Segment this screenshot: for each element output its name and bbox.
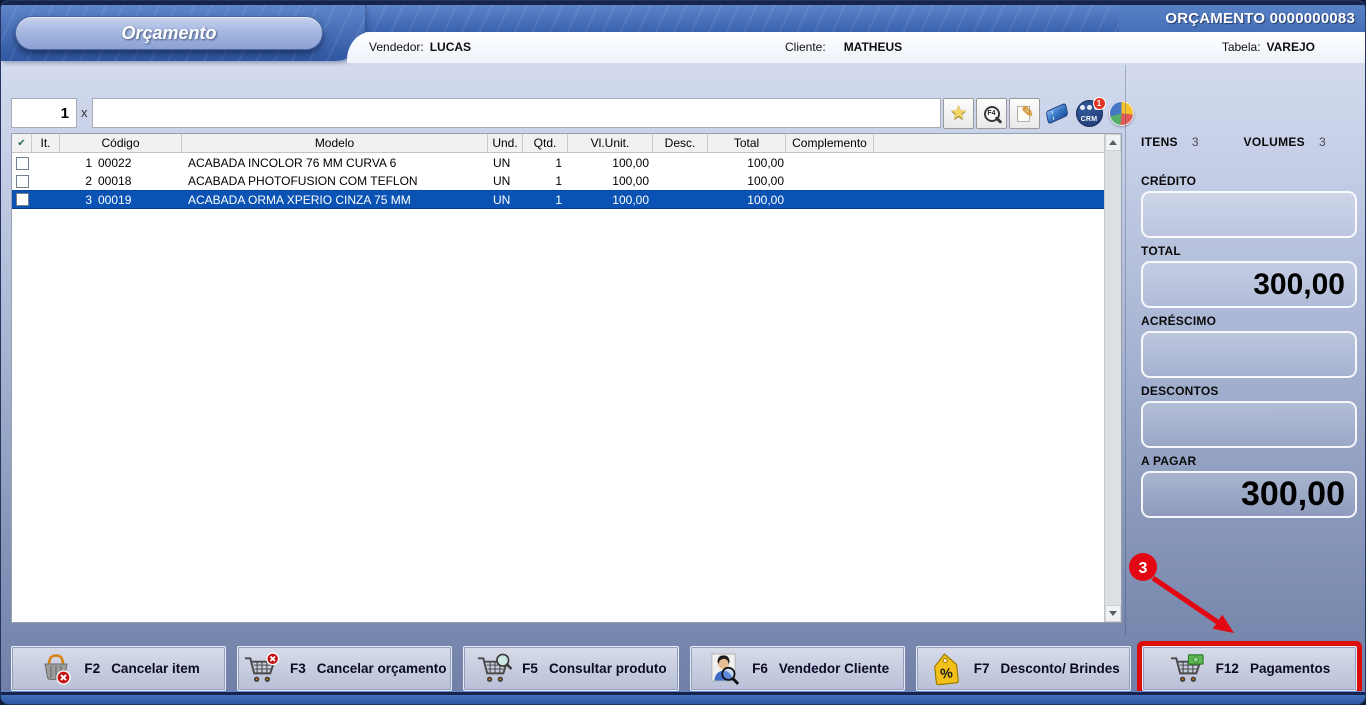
- row-checkbox[interactable]: [16, 175, 29, 188]
- check-column-icon: ✔: [12, 134, 32, 152]
- tab-orcamento-label: Orçamento: [121, 23, 216, 44]
- col-und: Und.: [488, 134, 523, 152]
- acrescimo-group: ACRÉSCIMO: [1141, 314, 1357, 378]
- button-f3-cancelar-orcamento[interactable]: F3 Cancelar orçamento: [237, 646, 452, 691]
- col-qtd: Qtd.: [523, 134, 568, 152]
- table-row[interactable]: 2 00018 ACABADA PHOTOFUSION COM TEFLON U…: [12, 172, 1104, 190]
- volumes-value: 3: [1319, 135, 1326, 149]
- counts-row: ITENS 3 VOLUMES 3: [1141, 133, 1357, 151]
- row-checkbox[interactable]: [16, 193, 29, 206]
- pie-chart-icon[interactable]: [1106, 98, 1136, 129]
- cart-money-icon: [1169, 651, 1207, 687]
- col-vl-unit: Vl.Unit.: [568, 134, 653, 152]
- items-table: ✔ It. Código Modelo Und. Qtd. Vl.Unit. D…: [11, 133, 1122, 623]
- button-f12-pagamentos[interactable]: F12 Pagamentos: [1142, 646, 1357, 691]
- svg-text:%: %: [939, 664, 954, 681]
- step-annotation: 3: [1107, 543, 1277, 653]
- sidebar-divider: [1125, 65, 1126, 636]
- total-group: TOTAL 300,00: [1141, 244, 1357, 308]
- footer-toolbar: F2 Cancelar item F3 Cancelar orçamento: [11, 646, 1357, 691]
- header-info-strip: Vendedor: LUCAS Cliente: MATHEUS Tabela:…: [347, 32, 1365, 63]
- table-row-selected[interactable]: 3 00019 ACABADA ORMA XPERIO CINZA 75 MM …: [12, 190, 1104, 209]
- search-f4-icon[interactable]: F4: [976, 98, 1007, 129]
- table-body: 1 00022 ACABADA INCOLOR 76 MM CURVA 6 UN…: [12, 154, 1104, 622]
- table-scrollbar[interactable]: [1104, 134, 1121, 622]
- button-f5-consultar-produto[interactable]: F5 Consultar produto: [463, 646, 678, 691]
- acrescimo-field: [1141, 331, 1357, 378]
- button-f2-cancelar-item[interactable]: F2 Cancelar item: [11, 646, 226, 691]
- favorite-star-icon[interactable]: ★: [943, 98, 974, 129]
- tab-orcamento[interactable]: Orçamento: [15, 16, 323, 50]
- a-pagar-label: A PAGAR: [1141, 454, 1357, 468]
- cart-search-icon: [475, 651, 513, 687]
- button-f6-vendedor-cliente[interactable]: F6 Vendedor Cliente: [690, 646, 905, 691]
- multiply-label: x: [81, 105, 88, 120]
- step-number: 3: [1139, 560, 1148, 577]
- crm-badge: 1: [1093, 97, 1106, 110]
- itens-label: ITENS: [1141, 135, 1178, 149]
- col-desc: Desc.: [653, 134, 708, 152]
- descontos-group: DESCONTOS: [1141, 384, 1357, 448]
- search-toolbar: ★ F4 ✎ CRM 1: [943, 98, 1136, 129]
- a-pagar-field: 300,00: [1141, 471, 1357, 518]
- total-label: TOTAL: [1141, 244, 1357, 258]
- col-codigo: Código: [60, 134, 182, 152]
- a-pagar-group: A PAGAR 300,00: [1141, 454, 1357, 518]
- basket-cancel-icon: [37, 651, 75, 687]
- vendedor-value: LUCAS: [430, 40, 471, 54]
- product-search-input[interactable]: [92, 98, 941, 128]
- vendedor-label: Vendedor:: [369, 40, 424, 54]
- order-title: ORÇAMENTO 0000000083: [1165, 10, 1355, 27]
- tabela-value: VAREJO: [1267, 40, 1315, 54]
- cart-cancel-icon: [243, 651, 281, 687]
- quantity-input[interactable]: [11, 98, 77, 128]
- volumes-label: VOLUMES: [1244, 135, 1305, 149]
- col-complemento: Complemento: [786, 134, 874, 152]
- crm-icon[interactable]: CRM 1: [1074, 98, 1104, 129]
- credito-group: CRÉDITO: [1141, 174, 1357, 238]
- tabela-info: Tabela: VAREJO: [1222, 40, 1315, 54]
- discount-tag-icon: %: [927, 651, 965, 687]
- col-it: It.: [32, 134, 60, 152]
- table-header: ✔ It. Código Modelo Und. Qtd. Vl.Unit. D…: [12, 134, 1121, 153]
- total-field: 300,00: [1141, 261, 1357, 308]
- ticket-icon[interactable]: [1042, 98, 1072, 129]
- summary-sidebar: ITENS 3 VOLUMES 3 CRÉDITO TOTAL 300,00 A…: [1141, 133, 1357, 518]
- row-checkbox[interactable]: [16, 157, 29, 170]
- window-bottom-edge: [1, 691, 1365, 704]
- window-top-edge: [1, 1, 1365, 5]
- order-title-bar: ORÇAMENTO 0000000083: [1119, 1, 1365, 32]
- descontos-label: DESCONTOS: [1141, 384, 1357, 398]
- cliente-info: Cliente: MATHEUS: [785, 40, 902, 54]
- cliente-value: MATHEUS: [844, 40, 902, 54]
- scroll-up-icon[interactable]: [1105, 134, 1121, 151]
- app-window: ORÇAMENTO 0000000083 Orçamento Vendedor:…: [0, 0, 1366, 705]
- person-search-icon: [705, 651, 743, 687]
- credito-label: CRÉDITO: [1141, 174, 1357, 188]
- tabela-label: Tabela:: [1222, 40, 1261, 54]
- col-filler: [874, 134, 1121, 152]
- cliente-label: Cliente:: [785, 40, 826, 54]
- descontos-field: [1141, 401, 1357, 448]
- button-f7-desconto-brindes[interactable]: % F7 Desconto/ Brindes: [916, 646, 1131, 691]
- table-row[interactable]: 1 00022 ACABADA INCOLOR 76 MM CURVA 6 UN…: [12, 154, 1104, 172]
- scroll-down-icon[interactable]: [1105, 605, 1121, 622]
- col-total: Total: [708, 134, 786, 152]
- edit-note-icon[interactable]: ✎: [1009, 98, 1040, 129]
- acrescimo-label: ACRÉSCIMO: [1141, 314, 1357, 328]
- itens-value: 3: [1192, 135, 1199, 149]
- credito-field: [1141, 191, 1357, 238]
- col-modelo: Modelo: [182, 134, 488, 152]
- vendedor-info: Vendedor: LUCAS: [369, 40, 471, 54]
